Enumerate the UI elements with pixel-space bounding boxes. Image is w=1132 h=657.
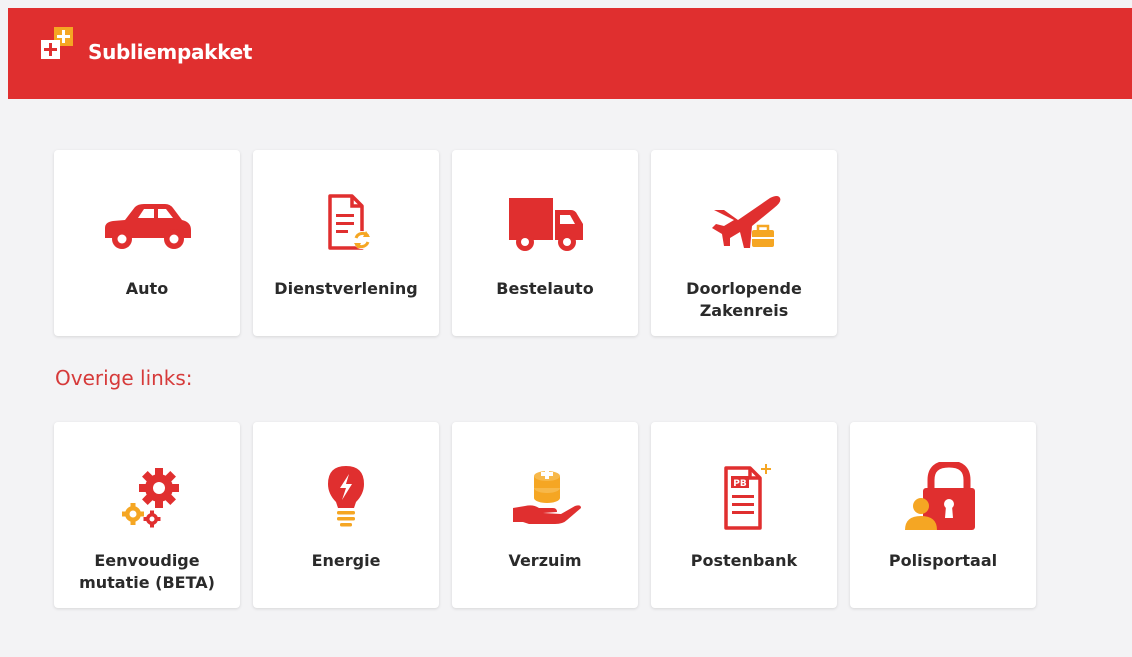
logo-icon [41,27,73,59]
gears-icon [122,468,179,528]
tile-energie[interactable]: Energie [253,422,439,608]
tile-label: Postenbank [690,551,798,570]
tile-label: Verzuim [508,551,582,570]
tile-auto[interactable]: Auto [54,150,240,336]
tile-postenbank[interactable]: PB Postenbank [651,422,837,608]
tile-label: Doorlopende Zakenreis [686,279,802,320]
tile-dienstverlening[interactable]: Dienstverlening [253,150,439,336]
tile-polisportaal[interactable]: Polisportaal [850,422,1036,608]
lightbulb-icon [328,466,364,527]
tile-verzuim[interactable]: Verzuim [452,422,638,608]
tile-label: Auto [125,279,169,298]
tile-label: Bestelauto [496,279,594,298]
tile-label: Polisportaal [888,551,998,570]
svg-text:PB: PB [733,479,747,489]
tile-doorlopende-zakenreis[interactable]: Doorlopende Zakenreis [651,150,837,336]
van-icon [509,198,583,251]
tile-label: Eenvoudige mutatie (BETA) [79,551,215,592]
app-title: Subliempakket [88,40,253,64]
document-refresh-icon [328,194,371,250]
airplane-briefcase-icon [712,196,781,248]
tile-bestelauto[interactable]: Bestelauto [452,150,638,336]
other-links-heading: Overige links: [55,366,193,390]
lock-user-icon [905,462,975,530]
tile-eenvoudige-mutatie[interactable]: Eenvoudige mutatie (BETA) [54,422,240,608]
pb-document-icon: PB [724,464,771,530]
tile-label: Energie [311,551,381,570]
car-icon [105,204,191,249]
top-bar: Subliempakket [8,8,1132,99]
tile-label: Dienstverlening [274,279,418,298]
hand-coins-icon [513,469,581,524]
